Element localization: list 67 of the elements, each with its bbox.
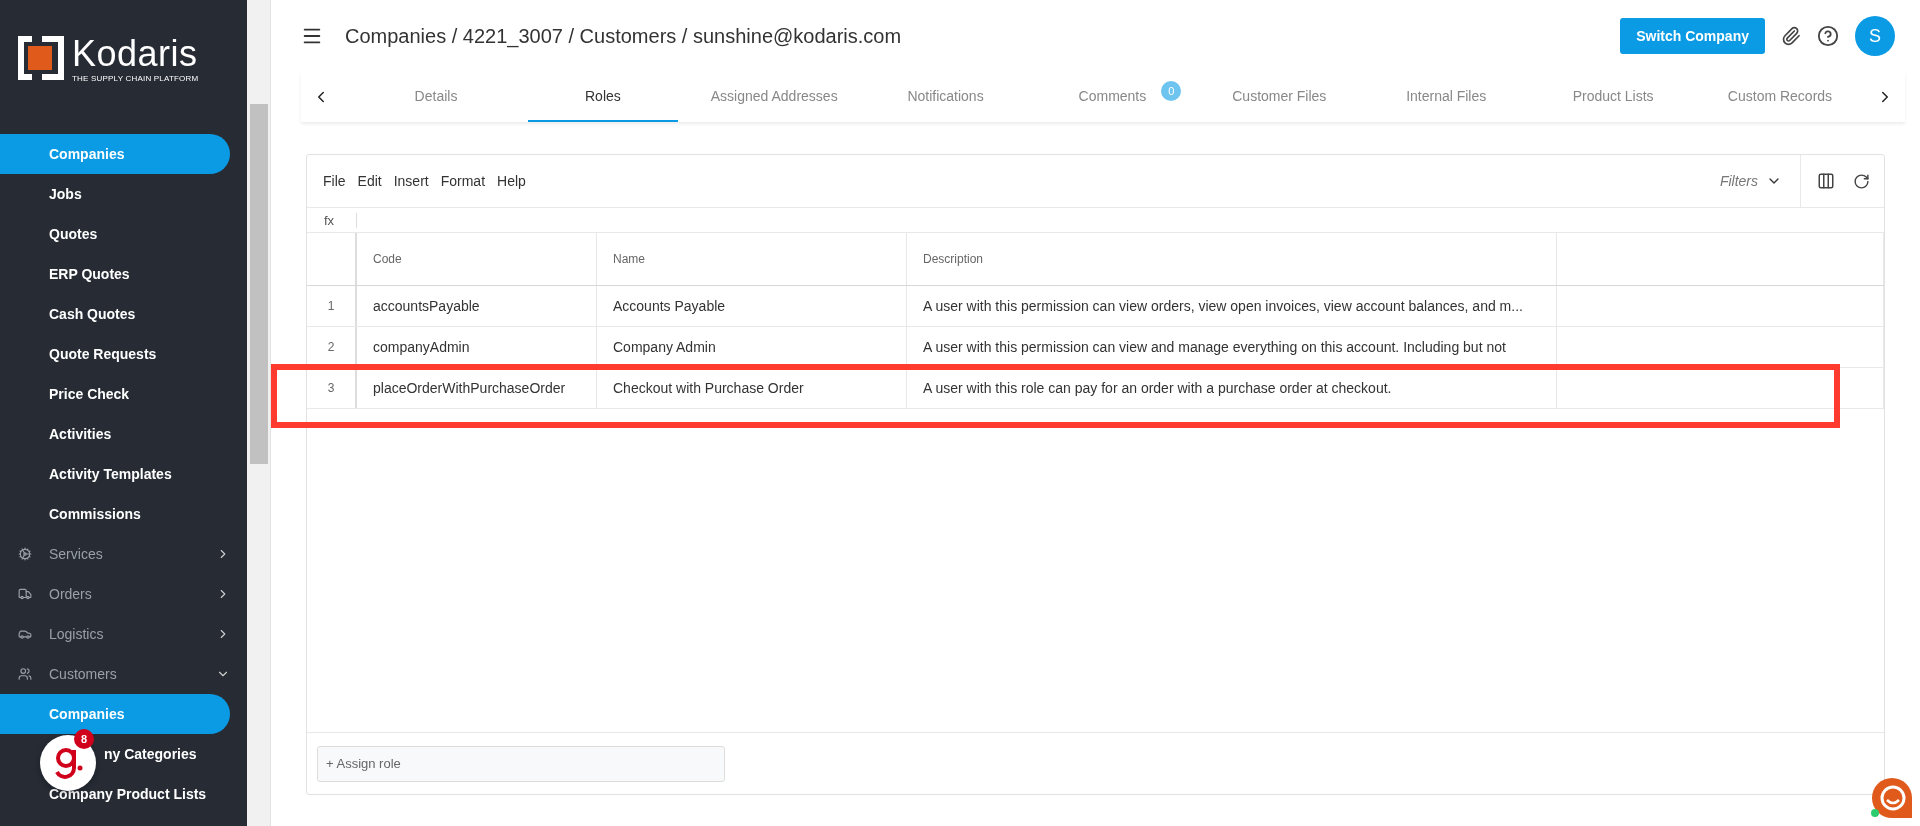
people-icon bbox=[18, 667, 32, 681]
tab[interactable]: Roles bbox=[527, 72, 678, 122]
sidebar-item[interactable]: Price Check bbox=[0, 374, 230, 414]
sidebar-section[interactable]: Customers bbox=[0, 654, 230, 694]
sidebar-section[interactable]: Logistics bbox=[0, 614, 230, 654]
tab[interactable]: Product Lists bbox=[1538, 72, 1689, 122]
tab[interactable]: Details bbox=[361, 72, 511, 122]
table-cell: accountsPayable bbox=[357, 286, 597, 326]
refresh-icon[interactable] bbox=[1853, 172, 1870, 190]
sidebar-section[interactable]: Orders bbox=[0, 574, 230, 614]
paperclip-icon[interactable] bbox=[1781, 26, 1801, 46]
table-cell: A user with this permission can view orders, view open invoices, view account balances, and m... bbox=[907, 286, 1557, 326]
logo-icon bbox=[18, 36, 64, 80]
sidebar-section[interactable]: Services bbox=[0, 534, 230, 574]
section-label: Logistics bbox=[49, 626, 105, 642]
column-header[interactable]: Description bbox=[907, 233, 1557, 285]
column-header[interactable]: Code bbox=[357, 233, 597, 285]
table-cell: A user with this role can pay for an order with a purchase order at checkout. bbox=[907, 368, 1557, 408]
tab[interactable]: Custom Records bbox=[1705, 72, 1855, 122]
sidebar-item[interactable]: ERP Quotes bbox=[0, 254, 230, 294]
section-label: Customers bbox=[49, 666, 118, 682]
gear-icon bbox=[18, 547, 32, 561]
breadcrumb: Companies / 4221_3007 / Customers / sunshine@kodaris.com bbox=[345, 24, 903, 48]
tab[interactable]: Assigned Addresses bbox=[694, 72, 854, 122]
chat-widget-icon[interactable] bbox=[1870, 776, 1914, 820]
menu-item[interactable]: Insert bbox=[393, 173, 429, 189]
menu-item[interactable]: Help bbox=[497, 173, 526, 189]
sidebar-item[interactable]: Quotes bbox=[0, 214, 230, 254]
row-number: 2 bbox=[307, 327, 357, 367]
tab[interactable]: Internal Files bbox=[1371, 72, 1522, 122]
section-label: Orders bbox=[49, 586, 93, 602]
table-cell: placeOrderWithPurchaseOrder bbox=[357, 368, 597, 408]
menu-item[interactable]: Format bbox=[440, 173, 486, 189]
tab[interactable]: Notifications bbox=[870, 72, 1021, 122]
assign-role-field[interactable]: + Assign role bbox=[317, 745, 725, 782]
sidebar-item[interactable]: Quote Requests bbox=[0, 334, 230, 374]
table-cell: Accounts Payable bbox=[597, 286, 907, 326]
columns-icon[interactable] bbox=[1817, 172, 1835, 190]
section-label: Services bbox=[49, 546, 104, 562]
menu-item[interactable]: File bbox=[323, 173, 346, 189]
logo-tagline: THE SUPPLY CHAIN PLATFORM bbox=[72, 74, 199, 83]
sidebar-item[interactable]: Cash Quotes bbox=[0, 294, 230, 334]
sidebar-item[interactable]: Jobs bbox=[0, 174, 230, 214]
formula-label: fx bbox=[307, 212, 357, 228]
tab[interactable]: Comments 0 bbox=[1037, 72, 1188, 122]
table-cell: A user with this permission can view and manage everything on this account. Including but not bbox=[907, 327, 1557, 367]
tab[interactable]: Customer Files bbox=[1204, 72, 1355, 122]
table-cell: companyAdmin bbox=[357, 327, 597, 367]
car-icon bbox=[18, 627, 32, 641]
row-number: 1 bbox=[307, 286, 357, 326]
sidebar-item[interactable]: Commissions bbox=[0, 494, 230, 534]
g-icon bbox=[53, 746, 83, 780]
table-cell: Company Admin bbox=[597, 327, 907, 367]
sidebar-item[interactable]: ny Categories bbox=[104, 746, 197, 762]
row-number: 3 bbox=[307, 368, 357, 408]
menu-item[interactable]: Edit bbox=[357, 173, 382, 189]
column-header[interactable]: Name bbox=[597, 233, 907, 285]
sidebar-item[interactable]: Activities bbox=[0, 414, 230, 454]
help-icon[interactable] bbox=[1817, 25, 1839, 47]
sidebar-item[interactable]: Activity Templates bbox=[0, 454, 230, 494]
sidebar-item[interactable]: Company Product Lists bbox=[0, 774, 230, 814]
count-badge: 0 bbox=[1161, 81, 1182, 101]
logo-name: Kodaris bbox=[72, 36, 199, 72]
table-cell: Checkout with Purchase Order bbox=[597, 368, 907, 408]
scrollbar-thumb[interactable] bbox=[249, 104, 268, 464]
truck-icon bbox=[18, 587, 32, 601]
filters-dropdown[interactable]: Filters bbox=[1719, 173, 1758, 189]
